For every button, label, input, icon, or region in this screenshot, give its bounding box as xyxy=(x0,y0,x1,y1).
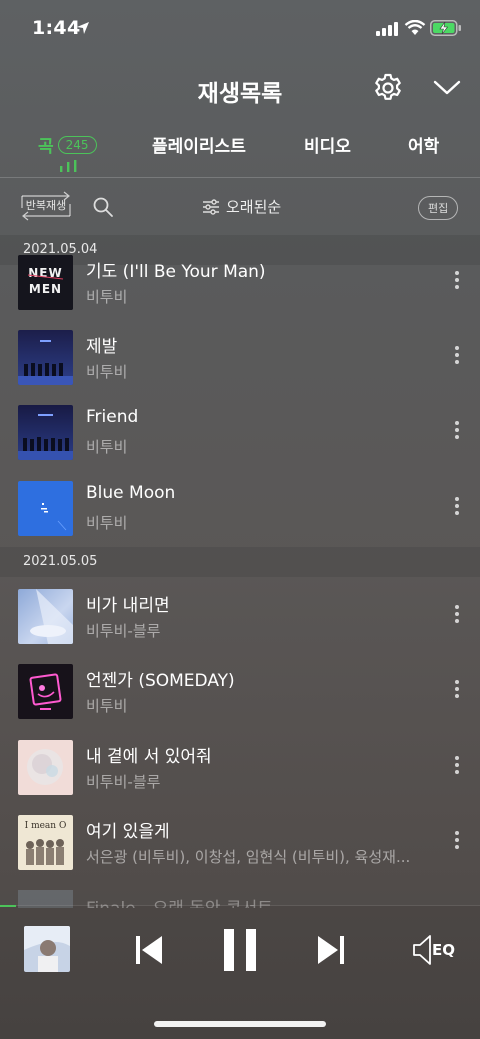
list-item[interactable]: NEW MEN 기도 (I'll Be Your Man) 비투비 xyxy=(0,255,480,331)
album-art xyxy=(18,664,73,719)
svg-text:I mean O: I mean O xyxy=(25,821,67,831)
battery-charging-icon xyxy=(430,20,461,36)
repeat-label: 반복재생 xyxy=(25,199,67,212)
wifi-icon xyxy=(404,20,426,35)
more-vertical-icon[interactable] xyxy=(452,831,462,853)
song-title: Friend xyxy=(86,407,139,427)
song-count-badge: 245 xyxy=(57,135,97,154)
album-art: NEW MEN xyxy=(18,255,73,310)
song-title: 여기 있을게 xyxy=(86,822,170,842)
album-art xyxy=(18,589,73,644)
tab-video[interactable]: 비디오 xyxy=(304,132,351,157)
song-artist: 비투비 xyxy=(86,363,128,381)
song-artist: 서은광 (비투비), 이창섭, 임현식 (비투비), 육성재... xyxy=(86,848,411,866)
more-vertical-icon[interactable] xyxy=(452,346,462,368)
list-toolbar: 반복재생 오래된순 편집 xyxy=(0,190,480,226)
song-artist: 비투비-블루 xyxy=(86,773,161,791)
eq-button[interactable]: EQ xyxy=(412,933,460,967)
list-item[interactable]: 내 곁에 서 있어줘 비투비-블루 xyxy=(0,740,480,816)
album-art xyxy=(18,330,73,385)
list-item[interactable]: I mean O 여기 있을게 서은광 (비투비), 이창섭, 임현식 (비투비… xyxy=(0,815,480,891)
tabs-divider xyxy=(0,177,480,178)
song-artist: 비투비 xyxy=(86,438,128,456)
edit-button[interactable]: 편집 xyxy=(418,196,459,220)
song-title: 비가 내리면 xyxy=(86,596,170,616)
song-artist: 비투비 xyxy=(86,514,128,532)
song-artist: 비투비-블루 xyxy=(86,622,161,640)
song-title: 내 곁에 서 있어줘 xyxy=(86,747,212,767)
song-title: 제발 xyxy=(86,337,118,357)
status-time: 1:44 xyxy=(32,17,81,39)
album-art xyxy=(18,740,73,795)
sort-button[interactable]: 오래된순 xyxy=(202,196,281,217)
tab-language[interactable]: 어학 xyxy=(408,132,439,157)
song-title: 언젠가 (SOMEDAY) xyxy=(86,671,235,691)
tab-playlist[interactable]: 플레이리스트 xyxy=(152,132,246,157)
mini-player: EQ xyxy=(0,905,480,1039)
next-track-icon[interactable] xyxy=(316,933,346,967)
previous-track-icon[interactable] xyxy=(134,933,164,967)
eq-label: EQ xyxy=(432,941,455,959)
cellular-signal-icon xyxy=(376,22,398,36)
playback-progress-bar[interactable] xyxy=(0,905,16,907)
now-playing-album-art[interactable] xyxy=(24,926,70,972)
progress-track xyxy=(16,905,480,906)
list-item[interactable]: 비가 내리면 비투비-블루 xyxy=(0,589,480,665)
svg-text:MEN: MEN xyxy=(29,282,62,296)
date-header: 2021.05.05 xyxy=(0,547,480,577)
repeat-button[interactable]: 반복재생 xyxy=(18,190,74,222)
chevron-down-icon[interactable] xyxy=(432,76,462,98)
list-item[interactable]: Friend 비투비 xyxy=(0,405,480,481)
song-artist: 비투비 xyxy=(86,697,128,715)
album-art xyxy=(18,481,73,536)
album-art xyxy=(18,405,73,460)
song-title: 기도 (I'll Be Your Man) xyxy=(86,262,266,282)
page-title: 재생목록 xyxy=(197,81,283,107)
content-tabs: 곡 245 플레이리스트 비디오 어학 xyxy=(0,128,480,178)
song-artist: 비투비 xyxy=(86,288,128,306)
more-vertical-icon[interactable] xyxy=(452,497,462,519)
sort-sliders-icon xyxy=(203,198,219,215)
gear-icon[interactable] xyxy=(372,72,404,104)
album-art: I mean O xyxy=(18,815,73,870)
tab-songs-label: 곡 xyxy=(38,137,54,157)
now-playing-bars-icon xyxy=(60,160,77,172)
tab-songs[interactable]: 곡 245 xyxy=(38,132,97,157)
more-vertical-icon[interactable] xyxy=(452,605,462,627)
pause-icon[interactable] xyxy=(222,929,258,971)
more-vertical-icon[interactable] xyxy=(452,271,462,293)
more-vertical-icon[interactable] xyxy=(452,421,462,443)
sort-label: 오래된순 xyxy=(226,198,282,216)
list-item[interactable]: Blue Moon 비투비 xyxy=(0,481,480,557)
status-bar: 1:44 xyxy=(0,0,480,58)
more-vertical-icon[interactable] xyxy=(452,756,462,778)
song-title: Blue Moon xyxy=(86,483,176,503)
location-arrow-icon xyxy=(77,22,89,34)
list-item[interactable]: 언젠가 (SOMEDAY) 비투비 xyxy=(0,664,480,740)
home-indicator[interactable] xyxy=(154,1021,326,1027)
header: 재생목록 xyxy=(0,66,480,110)
search-icon[interactable] xyxy=(92,196,114,218)
list-item[interactable]: 제발 비투비 xyxy=(0,330,480,406)
more-vertical-icon[interactable] xyxy=(452,680,462,702)
